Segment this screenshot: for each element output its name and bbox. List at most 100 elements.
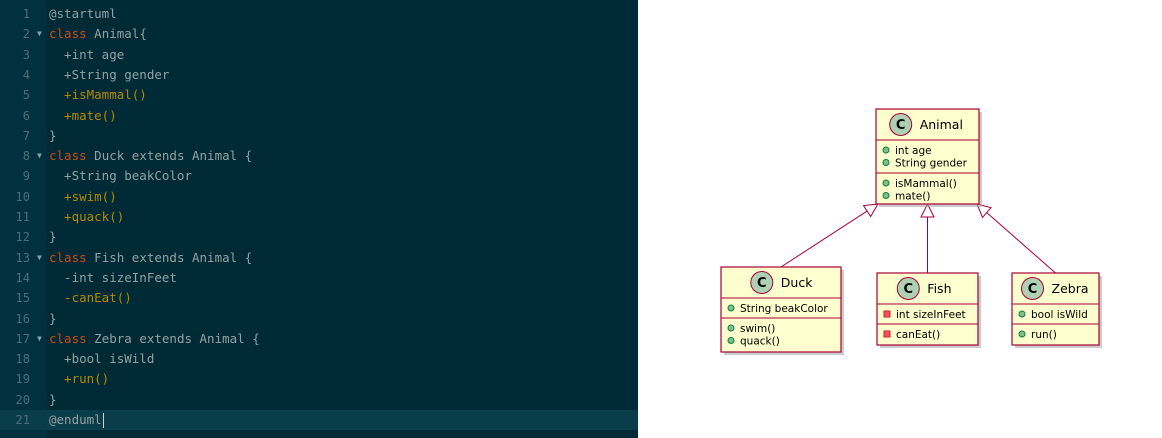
line-number: 12 <box>15 230 30 245</box>
line-number: 10 <box>15 189 30 204</box>
code-text: @enduml <box>49 410 104 430</box>
code-line[interactable]: 6 +mate() <box>0 106 638 126</box>
class-name: Animal <box>920 117 963 132</box>
class-name: Fish <box>927 281 951 296</box>
class-name: Duck <box>781 275 813 290</box>
inheritance-line <box>986 212 1056 274</box>
line-number: 21 <box>15 413 30 427</box>
code-line[interactable]: 12} <box>0 227 638 247</box>
line-number: 7 <box>22 128 30 143</box>
code-line[interactable]: 2 ▼ class Animal{ <box>0 24 638 44</box>
class-box-duck: C Duck String beakColor swim()quack() <box>720 266 844 355</box>
class-method: quack() <box>740 335 780 347</box>
keyword-token: class <box>49 26 87 42</box>
class-stereotype-letter: C <box>1028 282 1038 297</box>
code-line[interactable]: 18 +bool isWild <box>0 349 638 369</box>
class-attribute: String gender <box>895 157 968 169</box>
fold-arrow-icon[interactable]: ▼ <box>37 329 42 349</box>
code-text: } <box>49 227 57 247</box>
keyword-token: class <box>49 330 87 346</box>
code-line[interactable]: 3 +int age <box>0 45 638 65</box>
method-token: +mate() <box>49 107 117 123</box>
line-number: 20 <box>15 392 30 407</box>
class-stereotype-letter: C <box>904 282 914 297</box>
code-line[interactable]: 21 @enduml <box>0 410 638 431</box>
code-line[interactable]: 15 -canEat() <box>0 288 638 308</box>
line-number: 19 <box>15 372 30 387</box>
public-visibility-icon <box>1018 310 1026 318</box>
fold-arrow-icon[interactable]: ▼ <box>37 24 42 44</box>
text-token: +bool isWild <box>49 351 155 367</box>
code-line[interactable]: 10 +swim() <box>0 187 638 207</box>
text-token: -int sizeInFeet <box>49 269 177 285</box>
class-diagram: C Animal int ageString gender isMammal()mat… <box>720 108 1102 355</box>
code-line[interactable]: 14 -int sizeInFeet <box>0 268 638 288</box>
text-token: } <box>49 391 57 407</box>
code-line[interactable]: 8 ▼ class Duck extends Animal { <box>0 146 638 166</box>
code-text: +String beakColor <box>49 166 192 186</box>
code-line[interactable]: 7} <box>0 126 638 146</box>
code-line[interactable]: 20} <box>0 390 638 410</box>
text-token: +String beakColor <box>49 168 192 184</box>
code-text: +String gender <box>49 65 169 85</box>
code-text: } <box>49 309 57 329</box>
code-text: } <box>49 390 57 410</box>
code-text: } <box>49 126 57 146</box>
code-line[interactable]: 17 ▼ class Zebra extends Animal { <box>0 329 638 349</box>
text-cursor <box>102 413 104 428</box>
line-number: 1 <box>22 7 30 21</box>
code-line[interactable]: 13 ▼ class Fish extends Animal { <box>0 248 638 268</box>
fold-arrow-icon[interactable]: ▼ <box>37 146 42 166</box>
text-token: Zebra extends Animal { <box>86 330 260 346</box>
code-text: -canEat() <box>49 288 132 308</box>
class-box-animal: C Animal int ageString gender isMammal()mat… <box>875 108 982 207</box>
method-token: +run() <box>49 371 110 387</box>
code-text: +run() <box>49 369 109 389</box>
fold-arrow-icon[interactable]: ▼ <box>37 248 42 268</box>
line-number: 8 <box>22 149 30 164</box>
class-attribute: int age <box>895 145 932 157</box>
line-number: 6 <box>22 108 30 123</box>
code-text: class Animal{ <box>49 24 147 44</box>
code-text: +bool isWild <box>49 349 154 369</box>
keyword-token: class <box>49 148 87 164</box>
uml-diagram-panel: C Animal int age String gender isMammal() mat… <box>638 0 1162 438</box>
code-line[interactable]: 4 +String gender <box>0 65 638 85</box>
class-stereotype-letter: C <box>896 118 906 133</box>
code-text: +mate() <box>49 106 117 126</box>
public-visibility-icon <box>882 159 890 166</box>
class-method: isMammal() <box>895 178 957 190</box>
line-number: 18 <box>15 352 30 367</box>
public-visibility-icon <box>727 304 735 312</box>
code-line[interactable]: 1 @startuml <box>0 4 638 24</box>
method-token: -canEat() <box>49 290 132 306</box>
public-visibility-icon <box>882 146 890 154</box>
code-line[interactable]: 16} <box>0 309 638 329</box>
code-line[interactable]: 9 +String beakColor <box>0 166 638 186</box>
line-number: 4 <box>22 67 30 82</box>
text-token: } <box>49 310 57 326</box>
public-visibility-icon <box>1018 330 1026 338</box>
text-token: } <box>49 127 57 143</box>
keyword-token: class <box>49 249 87 265</box>
private-visibility-icon <box>883 310 891 318</box>
code-text: +swim() <box>49 187 117 207</box>
class-method: mate() <box>895 190 930 202</box>
code-line[interactable]: 11 +quack() <box>0 207 638 227</box>
code-text: class Duck extends Animal { <box>49 146 252 166</box>
code-editor[interactable]: 1 @startuml 2 ▼ class Animal{3 +int age 4 +St… <box>0 0 638 438</box>
method-token: +quack() <box>49 209 125 224</box>
text-token: @enduml <box>49 412 102 427</box>
line-number: 2 <box>22 27 30 42</box>
line-number: 13 <box>15 250 30 265</box>
inheritance-line <box>780 210 868 268</box>
text-token: @startuml <box>49 6 117 21</box>
class-box-zebra: C Zebra bool isWild run() <box>1011 272 1102 348</box>
code-line[interactable]: 5 +isMammal() <box>0 85 638 105</box>
class-attribute: bool isWild <box>1031 309 1088 321</box>
public-visibility-icon <box>727 324 735 332</box>
code-text: +int age <box>49 45 124 65</box>
public-visibility-icon <box>727 337 735 344</box>
code-line[interactable]: 19 +run() <box>0 369 638 389</box>
class-attribute: String beakColor <box>740 303 828 315</box>
